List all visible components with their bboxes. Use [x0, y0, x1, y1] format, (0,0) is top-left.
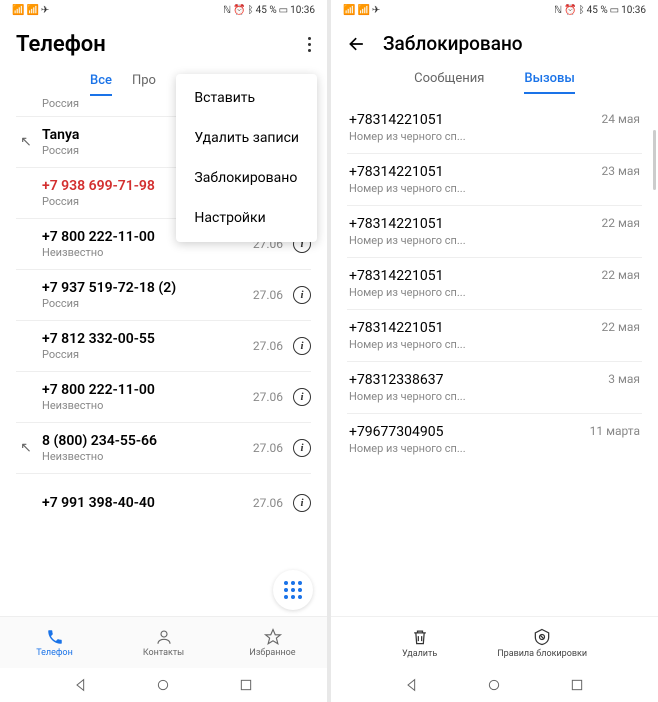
- status-bar: 📶 📶 ✈ ℕ ⏰ ᛒ 45 % ▭ 10:36: [331, 0, 658, 20]
- clock: 10:36: [621, 5, 646, 16]
- page-title: Телефон: [16, 32, 106, 57]
- back-arrow-icon[interactable]: [347, 34, 367, 54]
- battery-icon: ▭: [279, 5, 288, 16]
- contacts-icon: [154, 628, 174, 646]
- system-nav: [331, 668, 658, 702]
- dialpad-icon: [284, 581, 302, 599]
- bottom-nav: Телефон Контакты Избранное: [0, 616, 327, 668]
- trash-icon: [410, 627, 430, 647]
- blocked-row[interactable]: +78312338637 Номер из черного сп... 3 ма…: [331, 362, 658, 413]
- wifi-icon: 📶: [357, 5, 369, 16]
- nfc-icon: ℕ: [554, 5, 562, 16]
- app-header: Телефон: [0, 20, 327, 65]
- blocked-list: +78314221051 Номер из черного сп... 24 м…: [331, 94, 658, 616]
- info-icon[interactable]: i: [293, 494, 311, 512]
- tab-calls[interactable]: Вызовы: [524, 71, 575, 94]
- menu-blocked[interactable]: Заблокировано: [176, 158, 317, 198]
- blocked-row[interactable]: +79677304905 Номер из черного сп... 11 м…: [331, 414, 658, 465]
- status-bar: 📶 📶 ✈ ℕ ⏰ ᛒ 45 % ▭ 10:36: [0, 0, 327, 20]
- dialpad-button[interactable]: [273, 570, 313, 610]
- nav-phone[interactable]: Телефон: [0, 617, 109, 668]
- signal-icon: 📶: [343, 5, 355, 16]
- bluetooth-icon: ᛒ: [579, 5, 585, 16]
- tab-missed[interactable]: Про: [132, 73, 156, 96]
- nav-favorites[interactable]: Избранное: [218, 617, 327, 668]
- menu-delete-records[interactable]: Удалить записи: [176, 118, 317, 158]
- call-log-row[interactable]: +7 812 332-00-55 Россия 27.06 i: [0, 321, 327, 371]
- blocked-header: Заблокировано: [331, 20, 658, 63]
- info-icon[interactable]: i: [293, 439, 311, 457]
- call-log-row[interactable]: +7 800 222-11-00 Неизвестно 27.06 i: [0, 372, 327, 422]
- back-icon[interactable]: [404, 677, 420, 693]
- home-icon[interactable]: [155, 677, 171, 693]
- info-icon[interactable]: i: [293, 337, 311, 355]
- bluetooth-icon: ᛒ: [248, 5, 254, 16]
- blocked-row[interactable]: +78314221051 Номер из черного сп... 22 м…: [331, 258, 658, 309]
- menu-settings[interactable]: Настройки: [176, 198, 317, 238]
- call-log-row[interactable]: +7 991 398-40-40 27.06 i: [0, 474, 327, 524]
- blocked-tabs: Сообщения Вызовы: [331, 63, 658, 94]
- action-block-rules[interactable]: Правила блокировки: [497, 627, 587, 659]
- outgoing-call-icon: ↖: [16, 440, 36, 456]
- blocked-row[interactable]: +78314221051 Номер из черного сп... 22 м…: [331, 206, 658, 257]
- action-delete[interactable]: Удалить: [402, 627, 437, 659]
- outgoing-call-icon: ↖: [16, 134, 36, 150]
- telegram-icon: ✈: [41, 5, 49, 16]
- blocked-screen: 📶 📶 ✈ ℕ ⏰ ᛒ 45 % ▭ 10:36 Заблокировано С…: [331, 0, 658, 702]
- star-icon: [263, 628, 283, 646]
- call-log-row[interactable]: ↖ 8 (800) 234-55-66 Неизвестно 27.06 i: [0, 423, 327, 473]
- blocked-row[interactable]: +78314221051 Номер из черного сп... 23 м…: [331, 154, 658, 205]
- tab-messages[interactable]: Сообщения: [414, 71, 484, 94]
- nav-contacts[interactable]: Контакты: [109, 617, 218, 668]
- blocked-row[interactable]: +78314221051 Номер из черного сп... 22 м…: [331, 310, 658, 361]
- clock: 10:36: [290, 5, 315, 16]
- overflow-menu: Вставить Удалить записи Заблокировано На…: [176, 74, 317, 242]
- blocked-actions: Удалить Правила блокировки: [331, 616, 658, 668]
- battery-text: 45 %: [587, 5, 608, 16]
- menu-paste[interactable]: Вставить: [176, 78, 317, 118]
- scrollbar[interactable]: [653, 130, 656, 190]
- block-rules-icon: [532, 627, 552, 647]
- page-title: Заблокировано: [383, 32, 523, 55]
- info-icon[interactable]: i: [293, 388, 311, 406]
- battery-icon: ▭: [610, 5, 619, 16]
- call-log-row[interactable]: +7 937 519-72-18 (2) Россия 27.06 i: [0, 270, 327, 320]
- nfc-icon: ℕ: [223, 5, 231, 16]
- system-nav: [0, 668, 327, 702]
- recent-icon[interactable]: [238, 677, 254, 693]
- overflow-menu-button[interactable]: [308, 37, 311, 52]
- phone-app-screen: 📶 📶 ✈ ℕ ⏰ ᛒ 45 % ▭ 10:36 Телефон Все Про…: [0, 0, 327, 702]
- tab-all[interactable]: Все: [90, 73, 112, 96]
- telegram-icon: ✈: [372, 5, 380, 16]
- wifi-icon: 📶: [26, 5, 38, 16]
- home-icon[interactable]: [486, 677, 502, 693]
- back-icon[interactable]: [73, 677, 89, 693]
- signal-icon: 📶: [12, 5, 24, 16]
- info-icon[interactable]: i: [293, 286, 311, 304]
- battery-text: 45 %: [256, 5, 277, 16]
- alarm-icon: ⏰: [233, 5, 245, 16]
- phone-icon: [45, 628, 65, 646]
- recent-icon[interactable]: [569, 677, 585, 693]
- blocked-row[interactable]: +78314221051 Номер из черного сп... 24 м…: [331, 102, 658, 153]
- alarm-icon: ⏰: [564, 5, 576, 16]
